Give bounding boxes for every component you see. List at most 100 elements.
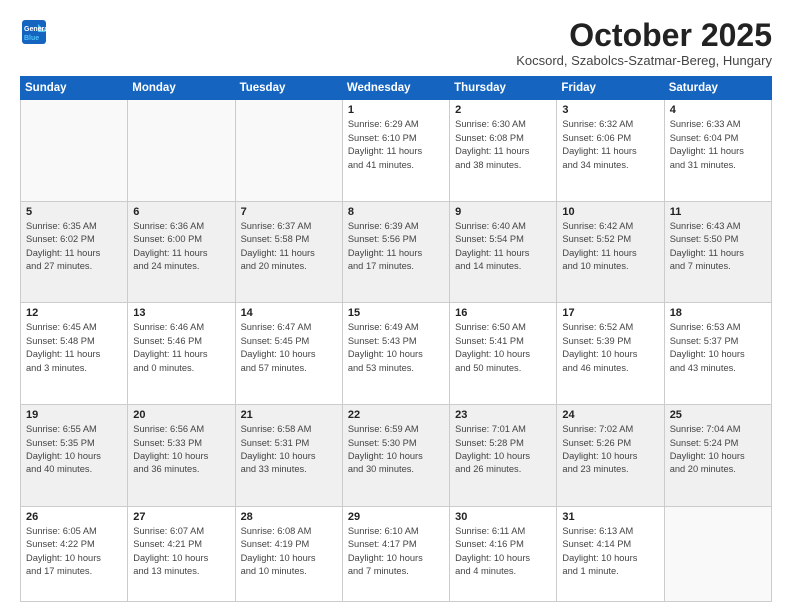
svg-text:General: General	[24, 26, 48, 33]
table-row: 2Sunrise: 6:30 AMSunset: 6:08 PMDaylight…	[450, 100, 557, 202]
day-number: 25	[670, 409, 766, 421]
day-info: Sunrise: 7:01 AMSunset: 5:28 PMDaylight:…	[455, 423, 551, 477]
day-info: Sunrise: 6:43 AMSunset: 5:50 PMDaylight:…	[670, 220, 766, 274]
table-row: 21 Sunrise: 6:58 AMSunset: 5:31 PMDayligh…	[235, 405, 342, 507]
month-title: October 2025	[516, 18, 772, 53]
day-number: 1	[348, 104, 444, 116]
day-info: Sunrise: 6:45 AMSunset: 5:48 PMDaylight:…	[26, 321, 122, 375]
day-info: Sunrise: 6:08 AMSunset: 4:19 PMDaylight:…	[241, 525, 337, 579]
header-thursday: Thursday	[450, 77, 557, 100]
day-info: Sunrise: 6:07 AMSunset: 4:21 PMDaylight:…	[133, 525, 229, 579]
day-info: Sunrise: 6:40 AMSunset: 5:54 PMDaylight:…	[455, 220, 551, 274]
table-row: 12 Sunrise: 6:45 AMSunset: 5:48 PMDayligh…	[21, 303, 128, 405]
table-row: 6Sunrise: 6:36 AMSunset: 6:00 PMDaylight…	[128, 201, 235, 303]
table-row: 7 Sunrise: 6:37 AMSunset: 5:58 PMDaylight…	[235, 201, 342, 303]
table-row	[235, 100, 342, 202]
day-number: 16	[455, 307, 551, 319]
page: General Blue October 2025 Kocsord, Szabo…	[0, 0, 792, 612]
day-info: Sunrise: 6:50 AMSunset: 5:41 PMDaylight:…	[455, 321, 551, 375]
day-number: 17	[562, 307, 658, 319]
day-number: 14	[241, 307, 337, 319]
table-row: 19 Sunrise: 6:55 AMSunset: 5:35 PMDayligh…	[21, 405, 128, 507]
day-info: Sunrise: 6:29 AMSunset: 6:10 PMDaylight:…	[348, 118, 444, 172]
table-row: 3Sunrise: 6:32 AMSunset: 6:06 PMDaylight…	[557, 100, 664, 202]
day-number: 19	[26, 409, 122, 421]
day-info: Sunrise: 6:13 AMSunset: 4:14 PMDaylight:…	[562, 525, 658, 579]
table-row: 9 Sunrise: 6:40 AMSunset: 5:54 PMDaylight…	[450, 201, 557, 303]
day-info: Sunrise: 6:53 AMSunset: 5:37 PMDaylight:…	[670, 321, 766, 375]
table-row	[128, 100, 235, 202]
header-tuesday: Tuesday	[235, 77, 342, 100]
logo: General Blue	[20, 18, 52, 46]
day-info: Sunrise: 6:59 AMSunset: 5:30 PMDaylight:…	[348, 423, 444, 477]
table-row	[664, 506, 771, 601]
day-number: 31	[562, 511, 658, 523]
day-number: 7	[241, 206, 337, 218]
title-block: October 2025 Kocsord, Szabolcs-Szatmar-B…	[516, 18, 772, 68]
header-wednesday: Wednesday	[342, 77, 449, 100]
day-info: Sunrise: 6:49 AMSunset: 5:43 PMDaylight:…	[348, 321, 444, 375]
day-info: Sunrise: 6:11 AMSunset: 4:16 PMDaylight:…	[455, 525, 551, 579]
day-number: 22	[348, 409, 444, 421]
day-info: Sunrise: 6:10 AMSunset: 4:17 PMDaylight:…	[348, 525, 444, 579]
day-info: Sunrise: 6:55 AMSunset: 5:35 PMDaylight:…	[26, 423, 122, 477]
day-number: 28	[241, 511, 337, 523]
day-info: Sunrise: 6:35 AMSunset: 6:02 PMDaylight:…	[26, 220, 122, 274]
day-number: 24	[562, 409, 658, 421]
table-row	[21, 100, 128, 202]
table-row: 11 Sunrise: 6:43 AMSunset: 5:50 PMDayligh…	[664, 201, 771, 303]
day-info: Sunrise: 6:33 AMSunset: 6:04 PMDaylight:…	[670, 118, 766, 172]
day-number: 10	[562, 206, 658, 218]
day-number: 9	[455, 206, 551, 218]
day-number: 29	[348, 511, 444, 523]
day-info: Sunrise: 6:05 AMSunset: 4:22 PMDaylight:…	[26, 525, 122, 579]
table-row: 25 Sunrise: 7:04 AMSunset: 5:24 PMDayligh…	[664, 405, 771, 507]
day-info: Sunrise: 6:56 AMSunset: 5:33 PMDaylight:…	[133, 423, 229, 477]
table-row: 22 Sunrise: 6:59 AMSunset: 5:30 PMDayligh…	[342, 405, 449, 507]
day-info: Sunrise: 6:47 AMSunset: 5:45 PMDaylight:…	[241, 321, 337, 375]
table-row: 20 Sunrise: 6:56 AMSunset: 5:33 PMDayligh…	[128, 405, 235, 507]
day-info: Sunrise: 7:02 AMSunset: 5:26 PMDaylight:…	[562, 423, 658, 477]
svg-text:Blue: Blue	[24, 35, 39, 42]
table-row: 24 Sunrise: 7:02 AMSunset: 5:26 PMDayligh…	[557, 405, 664, 507]
header-sunday: Sunday	[21, 77, 128, 100]
header-monday: Monday	[128, 77, 235, 100]
table-row: 31 Sunrise: 6:13 AMSunset: 4:14 PMDayligh…	[557, 506, 664, 601]
day-number: 20	[133, 409, 229, 421]
table-row: 18 Sunrise: 6:53 AMSunset: 5:37 PMDayligh…	[664, 303, 771, 405]
day-info: Sunrise: 6:52 AMSunset: 5:39 PMDaylight:…	[562, 321, 658, 375]
day-info: Sunrise: 6:46 AMSunset: 5:46 PMDaylight:…	[133, 321, 229, 375]
day-number: 4	[670, 104, 766, 116]
table-row: 8Sunrise: 6:39 AMSunset: 5:56 PMDaylight…	[342, 201, 449, 303]
day-number: 23	[455, 409, 551, 421]
table-row: 16 Sunrise: 6:50 AMSunset: 5:41 PMDayligh…	[450, 303, 557, 405]
day-info: Sunrise: 7:04 AMSunset: 5:24 PMDaylight:…	[670, 423, 766, 477]
day-number: 13	[133, 307, 229, 319]
day-number: 18	[670, 307, 766, 319]
table-row: 13 Sunrise: 6:46 AMSunset: 5:46 PMDayligh…	[128, 303, 235, 405]
day-number: 3	[562, 104, 658, 116]
day-number: 26	[26, 511, 122, 523]
table-row: 10Sunrise: 6:42 AMSunset: 5:52 PMDayligh…	[557, 201, 664, 303]
day-info: Sunrise: 6:37 AMSunset: 5:58 PMDaylight:…	[241, 220, 337, 274]
table-row: 15 Sunrise: 6:49 AMSunset: 5:43 PMDayligh…	[342, 303, 449, 405]
day-number: 11	[670, 206, 766, 218]
table-row: 27Sunrise: 6:07 AMSunset: 4:21 PMDayligh…	[128, 506, 235, 601]
table-row: 5Sunrise: 6:35 AMSunset: 6:02 PMDaylight…	[21, 201, 128, 303]
day-number: 12	[26, 307, 122, 319]
table-row: 30 Sunrise: 6:11 AMSunset: 4:16 PMDayligh…	[450, 506, 557, 601]
table-row: 29 Sunrise: 6:10 AMSunset: 4:17 PMDayligh…	[342, 506, 449, 601]
day-number: 21	[241, 409, 337, 421]
header-saturday: Saturday	[664, 77, 771, 100]
day-number: 8	[348, 206, 444, 218]
calendar: Sunday Monday Tuesday Wednesday Thursday…	[20, 76, 772, 602]
header-friday: Friday	[557, 77, 664, 100]
header: General Blue October 2025 Kocsord, Szabo…	[20, 18, 772, 68]
day-info: Sunrise: 6:58 AMSunset: 5:31 PMDaylight:…	[241, 423, 337, 477]
day-number: 30	[455, 511, 551, 523]
day-number: 15	[348, 307, 444, 319]
day-number: 6	[133, 206, 229, 218]
table-row: 1 Sunrise: 6:29 AMSunset: 6:10 PMDaylight…	[342, 100, 449, 202]
location: Kocsord, Szabolcs-Szatmar-Bereg, Hungary	[516, 53, 772, 68]
table-row: 17 Sunrise: 6:52 AMSunset: 5:39 PMDayligh…	[557, 303, 664, 405]
